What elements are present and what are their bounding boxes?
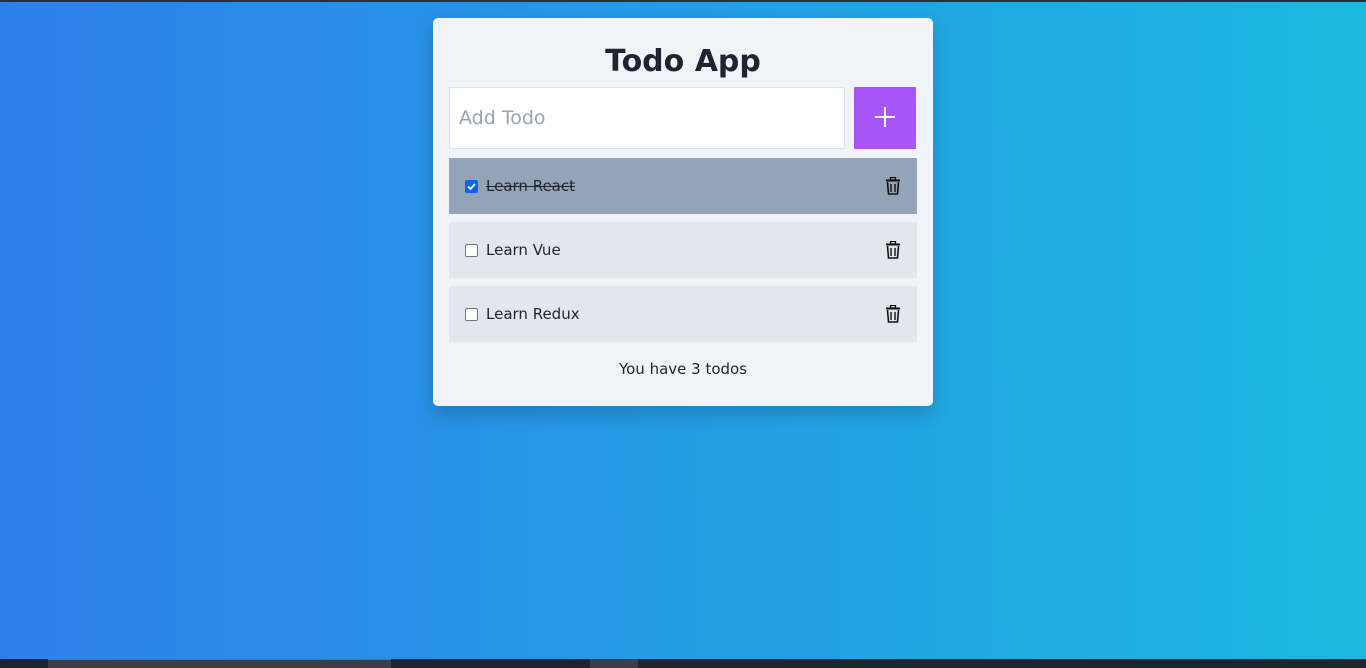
taskbar-active-app[interactable]	[590, 659, 638, 668]
todo-label: Learn Redux	[486, 305, 580, 323]
todo-item: Learn Redux	[449, 286, 917, 342]
todo-item: Learn Vue	[449, 222, 917, 278]
trash-icon[interactable]	[884, 241, 902, 259]
todo-label: Learn Vue	[486, 241, 561, 259]
todo-checkbox[interactable]	[465, 243, 478, 257]
add-todo-input[interactable]	[449, 87, 845, 149]
add-todo-button[interactable]	[854, 87, 916, 149]
todo-card: Todo App Learn React	[433, 18, 933, 406]
app-title: Todo App	[605, 44, 761, 79]
todo-label: Learn React	[486, 177, 575, 195]
todo-count-text: You have 3 todos	[618, 360, 748, 378]
plus-icon	[873, 105, 897, 132]
window-top-border	[0, 0, 1366, 2]
trash-icon[interactable]	[884, 305, 902, 323]
taskbar-search-box[interactable]	[48, 659, 391, 668]
todo-checkbox[interactable]	[465, 307, 478, 321]
trash-icon[interactable]	[884, 177, 902, 195]
os-taskbar	[0, 659, 1366, 668]
todo-checkbox[interactable]	[465, 179, 478, 193]
todo-item: Learn React	[449, 158, 917, 214]
